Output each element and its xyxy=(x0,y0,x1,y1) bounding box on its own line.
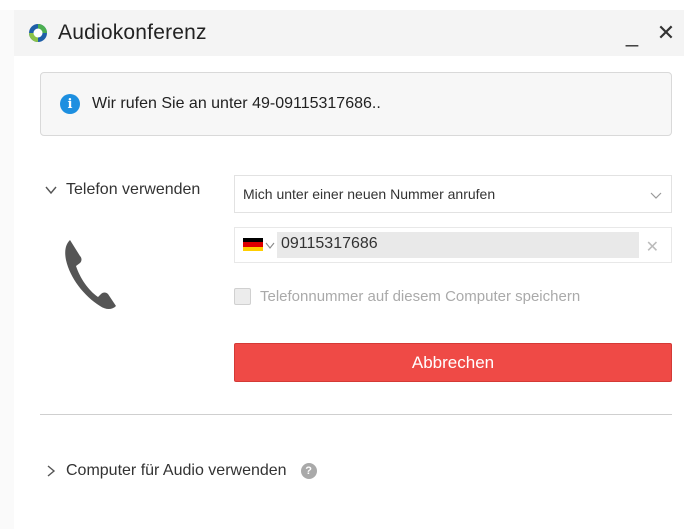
save-number-checkbox[interactable] xyxy=(234,288,251,305)
computer-audio-label: Computer für Audio verwenden xyxy=(66,462,287,479)
save-number-label: Telefonnummer auf diesem Computer speich… xyxy=(260,288,581,305)
phone-number-input[interactable]: 09115317686 xyxy=(281,235,378,253)
call-option-selected: Mich unter einer neuen Nummer anrufen xyxy=(243,186,496,202)
germany-flag-icon[interactable] xyxy=(243,238,263,251)
close-icon: ✕ xyxy=(656,20,676,45)
chevron-down-icon xyxy=(45,186,57,195)
window-title: Audiokonferenz xyxy=(58,21,207,44)
computer-audio-toggle[interactable]: Computer für Audio verwenden ? xyxy=(44,462,317,480)
phone-number-field[interactable]: 09115317686 ✕ xyxy=(234,227,672,263)
phone-section-toggle[interactable]: Telefon verwenden xyxy=(44,181,200,199)
section-divider xyxy=(40,414,672,415)
phone-handset-icon xyxy=(65,240,116,309)
cancel-button[interactable]: Abbrechen xyxy=(234,343,672,382)
call-option-select[interactable]: Mich unter einer neuen Nummer anrufen xyxy=(234,175,672,213)
save-number-row[interactable]: Telefonnummer auf diesem Computer speich… xyxy=(234,288,580,305)
info-icon: i xyxy=(60,94,80,114)
minimize-icon: _ xyxy=(625,22,639,47)
phone-section-label: Telefon verwenden xyxy=(66,181,201,198)
clear-input-icon[interactable]: ✕ xyxy=(646,237,659,257)
cancel-button-label: Abbrechen xyxy=(411,352,495,372)
info-banner: i Wir rufen Sie an unter 49-09115317686.… xyxy=(40,72,672,136)
help-icon[interactable]: ? xyxy=(300,463,317,479)
title-bar: Audiokonferenz _ ✕ xyxy=(14,10,684,56)
chevron-down-icon xyxy=(650,192,662,199)
minimize-button[interactable]: _ xyxy=(618,20,646,50)
info-message: Wir rufen Sie an unter 49-09115317686.. xyxy=(92,95,381,112)
app-logo-icon xyxy=(29,24,47,42)
country-chevron-down-icon[interactable] xyxy=(265,240,275,250)
chevron-right-icon xyxy=(47,465,56,477)
window-left-edge xyxy=(0,10,14,529)
close-button[interactable]: ✕ xyxy=(652,18,680,48)
